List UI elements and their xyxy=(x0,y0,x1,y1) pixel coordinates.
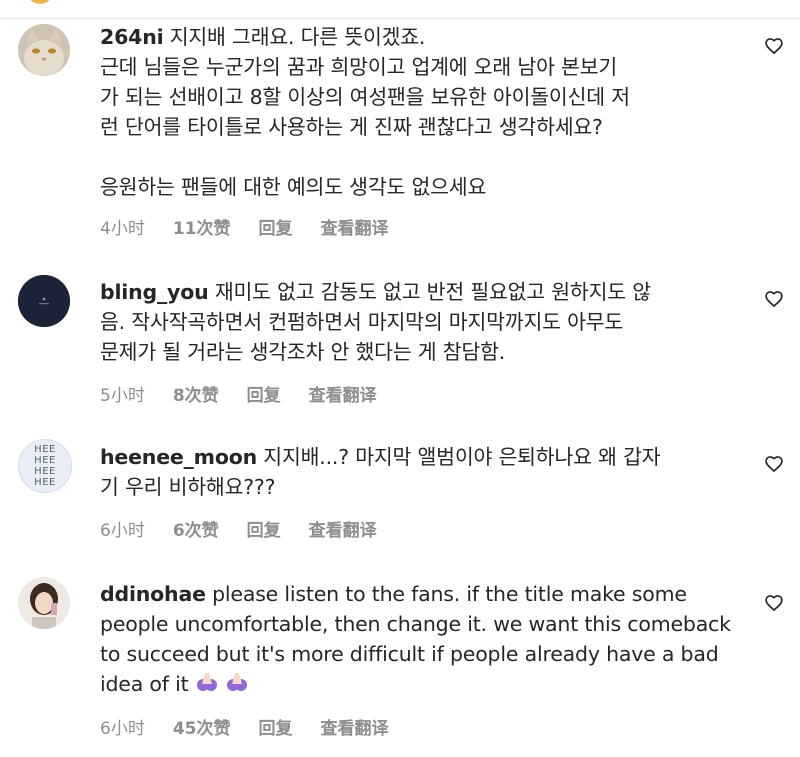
reply-button[interactable]: 回复 xyxy=(259,214,293,239)
likes-count[interactable]: 45次赞 xyxy=(173,714,231,739)
comment-username[interactable]: heenee_moon xyxy=(100,445,257,469)
heart-icon[interactable] xyxy=(764,289,784,309)
likes-count[interactable]: 11次赞 xyxy=(173,214,231,239)
person-avatar-image xyxy=(18,577,70,629)
reply-button[interactable]: 回复 xyxy=(247,516,281,541)
comment-time: 5小时 xyxy=(100,385,145,406)
comment-time: 6小时 xyxy=(100,520,145,541)
pleading-hands-emoji xyxy=(195,670,219,700)
comment-username[interactable]: ddinohae xyxy=(100,582,206,606)
comment-text: ddinohae please listen to the fans. if t… xyxy=(100,579,750,700)
reply-button[interactable]: 回复 xyxy=(259,714,293,739)
comment-username[interactable]: 264ni xyxy=(100,25,164,49)
translate-button[interactable]: 查看翻译 xyxy=(321,714,389,739)
pleading-hands-emoji xyxy=(225,670,249,700)
heart-icon[interactable] xyxy=(764,454,784,474)
comment-content: 지지배 그래요. 다른 뜻이겠죠. 근데 님들은 누군가의 꿈과 희망이고 업계… xyxy=(100,25,630,199)
comment-time: 6小时 xyxy=(100,718,145,739)
avatar[interactable] xyxy=(18,275,70,327)
heart-icon[interactable] xyxy=(764,593,784,613)
translate-button[interactable]: 查看翻译 xyxy=(309,516,377,541)
partial-avatar[interactable] xyxy=(27,0,53,4)
comment-meta: 5小时 8次赞 回复 查看翻译 xyxy=(100,381,750,406)
avatar[interactable]: HEE HEE HEE HEE xyxy=(18,439,72,493)
avatar[interactable] xyxy=(18,577,70,629)
comment-meta: 6小时 45次赞 回复 查看翻译 xyxy=(100,714,750,739)
avatar-text: HEE xyxy=(34,477,56,488)
avatar-text: HEE xyxy=(34,444,56,455)
comment-username[interactable]: bling_you xyxy=(100,280,209,304)
avatar-text: HEE xyxy=(34,466,56,477)
likes-count[interactable]: 8次赞 xyxy=(173,381,219,406)
dark-avatar-image xyxy=(18,275,70,327)
comment-text: 264ni 지지배 그래요. 다른 뜻이겠죠. 근데 님들은 누군가의 꿈과 희… xyxy=(100,22,750,202)
translate-button[interactable]: 查看翻译 xyxy=(321,214,389,239)
comment-text: heenee_moon 지지배...? 마지막 앨범이야 은퇴하나요 왜 갑자 … xyxy=(100,442,750,502)
avatar[interactable] xyxy=(18,24,70,76)
cat-avatar-image xyxy=(18,24,70,76)
avatar-text: HEE xyxy=(34,455,56,466)
comment-text: bling_you 재미도 없고 감동도 없고 반전 필요없고 원하지도 않 음… xyxy=(100,277,750,367)
comment-meta: 6小时 6次赞 回复 查看翻译 xyxy=(100,516,750,541)
divider xyxy=(0,18,800,19)
comment-time: 4小时 xyxy=(100,218,145,239)
heart-icon[interactable] xyxy=(764,36,784,56)
comment-meta: 4小时 11次赞 回复 查看翻译 xyxy=(100,214,750,239)
likes-count[interactable]: 6次赞 xyxy=(173,516,219,541)
translate-button[interactable]: 查看翻译 xyxy=(309,381,377,406)
reply-button[interactable]: 回复 xyxy=(247,381,281,406)
